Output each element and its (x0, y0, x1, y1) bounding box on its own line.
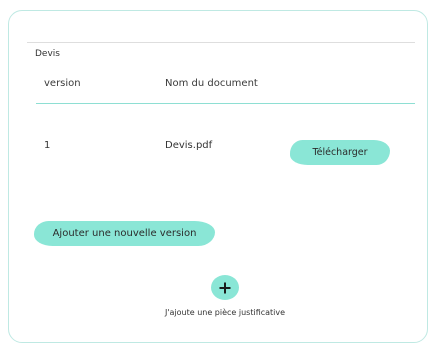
row-version-cell: 1 (44, 140, 51, 151)
section-title: Devis (35, 49, 60, 59)
column-header-version: version (44, 78, 81, 89)
row-document-name-cell: Devis.pdf (165, 140, 213, 151)
add-document-button[interactable] (211, 275, 239, 300)
add-document-caption: J'ajoute une pièce justificative (164, 308, 286, 317)
table-header-divider (36, 103, 415, 104)
column-header-document-name: Nom du document (165, 78, 258, 89)
top-divider (27, 42, 415, 43)
plus-icon (219, 282, 231, 293)
add-new-version-button[interactable]: Ajouter une nouvelle version (34, 221, 215, 246)
download-button[interactable]: Télécharger (290, 140, 390, 165)
